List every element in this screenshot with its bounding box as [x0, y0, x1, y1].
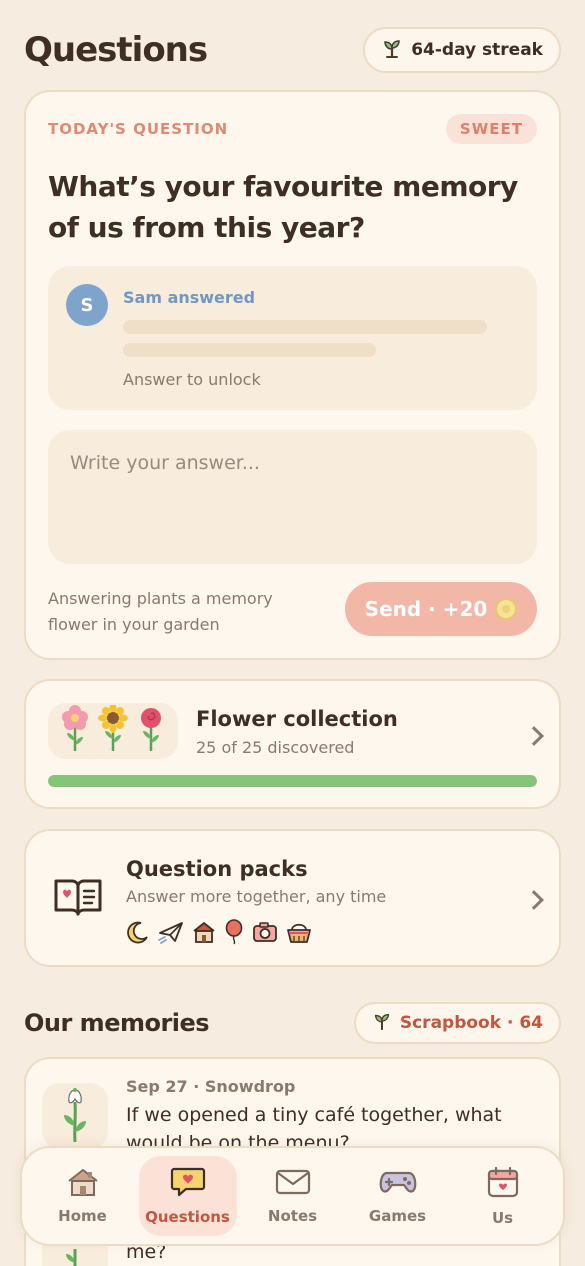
streak-text: 64-day streak: [411, 40, 543, 60]
answer-placeholder: Write your answer...: [70, 452, 260, 474]
memories-title: Our memories: [24, 1009, 210, 1037]
tab-us-label: Us: [491, 1209, 514, 1227]
envelope-icon: [275, 1167, 311, 1201]
scrapbook-label: Scrapbook · 64: [399, 1013, 543, 1033]
unlock-hint: Answer to unlock: [123, 370, 261, 389]
tab-notes-label: Notes: [267, 1207, 318, 1225]
page-title: Questions: [24, 30, 208, 70]
gamepad-icon: [379, 1167, 417, 1201]
progress-fill: [48, 775, 537, 787]
tab-games-label: Games: [368, 1207, 427, 1225]
partner-answer-box: S Sam answered Answer to unlock: [48, 266, 537, 410]
sunflower-icon: [98, 703, 128, 757]
pink-flower-icon: [60, 705, 90, 757]
sprout-icon: [372, 1011, 392, 1036]
house-icon: [192, 920, 216, 948]
chevron-right-icon: [524, 890, 544, 910]
avatar: S: [66, 284, 108, 326]
coin-icon: [495, 598, 518, 620]
question-packs-title: Question packs: [126, 857, 308, 881]
flower-collection-count: 25 of 25 discovered: [196, 738, 355, 757]
tab-games[interactable]: Games: [349, 1156, 447, 1236]
sprout-icon: [381, 37, 403, 64]
moon-icon: [126, 920, 150, 948]
flower-preview: [48, 703, 178, 759]
question-packs-card[interactable]: Question packs Answer more together, any…: [24, 829, 561, 967]
question-text: What’s your favourite memory of us from …: [48, 170, 518, 244]
todays-question-card: TODAY'S QUESTION SWEET What’s your favou…: [24, 90, 561, 660]
tab-us[interactable]: Us: [454, 1156, 552, 1236]
send-button[interactable]: Send · +20: [345, 582, 537, 636]
question-tag: SWEET: [445, 114, 537, 144]
page-header: Questions 64-day streak: [24, 24, 561, 76]
bottom-tab-bar: Home Questions Notes Games Us: [20, 1146, 565, 1246]
snowdrop-icon: [58, 1086, 92, 1146]
memories-header: Our memories Scrapbook · 64: [24, 1000, 561, 1046]
pack-icons: [126, 919, 312, 949]
flower-collection-title: Flower collection: [196, 707, 398, 731]
tab-home-label: Home: [58, 1207, 107, 1225]
scrapbook-button[interactable]: Scrapbook · 64: [353, 1002, 561, 1044]
flower-collection-card[interactable]: Flower collection 25 of 25 discovered: [24, 679, 561, 809]
open-book-icon: [52, 877, 104, 921]
question-packs-subtitle: Answer more together, any time: [126, 887, 387, 906]
answer-footnote: Answering plants a memory flower in your…: [48, 589, 273, 634]
calendar-heart-icon: [486, 1165, 520, 1203]
blurred-answer-line: [123, 320, 487, 334]
partner-answered-label: Sam answered: [123, 288, 256, 307]
tab-notes[interactable]: Notes: [244, 1156, 342, 1236]
flower-progress-bar: [48, 775, 537, 787]
answer-input[interactable]: Write your answer...: [48, 430, 537, 564]
camera-icon: [252, 920, 278, 948]
paper-plane-icon: [158, 920, 184, 948]
balloon-icon: [224, 919, 244, 949]
chevron-right-icon: [524, 726, 544, 746]
memory-thumb: [42, 1083, 108, 1149]
streak-badge[interactable]: 64-day streak: [363, 27, 561, 73]
rose-icon: [136, 705, 166, 757]
house-icon: [66, 1167, 100, 1201]
send-label: Send · +20: [364, 597, 488, 621]
blurred-answer-line: [123, 343, 376, 357]
tab-home[interactable]: Home: [34, 1156, 132, 1236]
heart-chat-icon: [170, 1166, 206, 1202]
picnic-basket-icon: [286, 920, 312, 948]
memory-date: Sep 27 · Snowdrop: [126, 1077, 296, 1096]
question-label: TODAY'S QUESTION: [48, 120, 229, 138]
tab-questions-label: Questions: [145, 1208, 230, 1226]
tab-questions[interactable]: Questions: [138, 1156, 237, 1236]
